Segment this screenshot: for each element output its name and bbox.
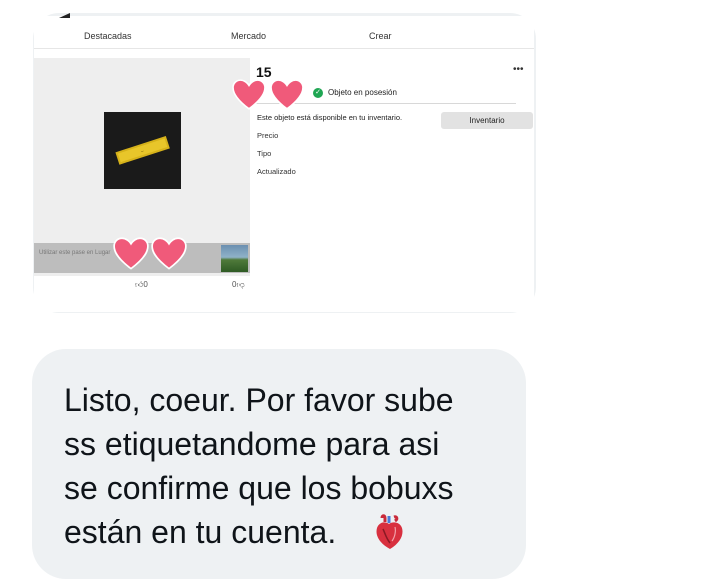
inventory-button[interactable]: Inventario — [441, 112, 533, 129]
anatomical-heart-icon — [376, 514, 403, 549]
type-label: Tipo — [257, 149, 272, 158]
updated-label: Actualizado — [257, 167, 296, 176]
back-arrow-icon[interactable] — [58, 12, 72, 20]
place-thumbnail — [221, 245, 248, 272]
check-circle-icon: ✓ — [313, 88, 323, 98]
tab-bar: Destacadas Mercado Crear — [34, 16, 534, 49]
heart-sticker-icon — [270, 79, 304, 110]
golden-ticket-icon: ~ — [115, 135, 170, 165]
item-image: ~ — [104, 112, 181, 189]
message-text: Listo, coeur. Por favor sube ss etiqueta… — [64, 382, 454, 550]
heart-sticker-icon — [151, 237, 187, 270]
availability-text: Este objeto está disponible en tu invent… — [257, 113, 403, 122]
heart-sticker-icon — [113, 237, 149, 270]
place-strip-text: Utilizar este pase en Lugar — [39, 250, 111, 256]
tab-crear[interactable]: Crear — [369, 31, 392, 41]
more-dots-icon[interactable]: ••• — [513, 64, 524, 75]
tab-destacadas[interactable]: Destacadas — [84, 31, 132, 41]
price-label: Precio — [257, 131, 279, 140]
heart-sticker-icon — [232, 79, 266, 110]
thumbs-down-icon: 👎︎ — [236, 280, 245, 289]
dislike-control[interactable]: 0👎︎ — [232, 280, 245, 290]
owned-label: Objeto en posesión — [328, 88, 397, 97]
tab-mercado[interactable]: Mercado — [231, 31, 266, 41]
like-count: 0 — [143, 280, 148, 289]
like-control[interactable]: 👍︎0 — [135, 280, 148, 290]
item-title: 15 — [256, 64, 272, 80]
